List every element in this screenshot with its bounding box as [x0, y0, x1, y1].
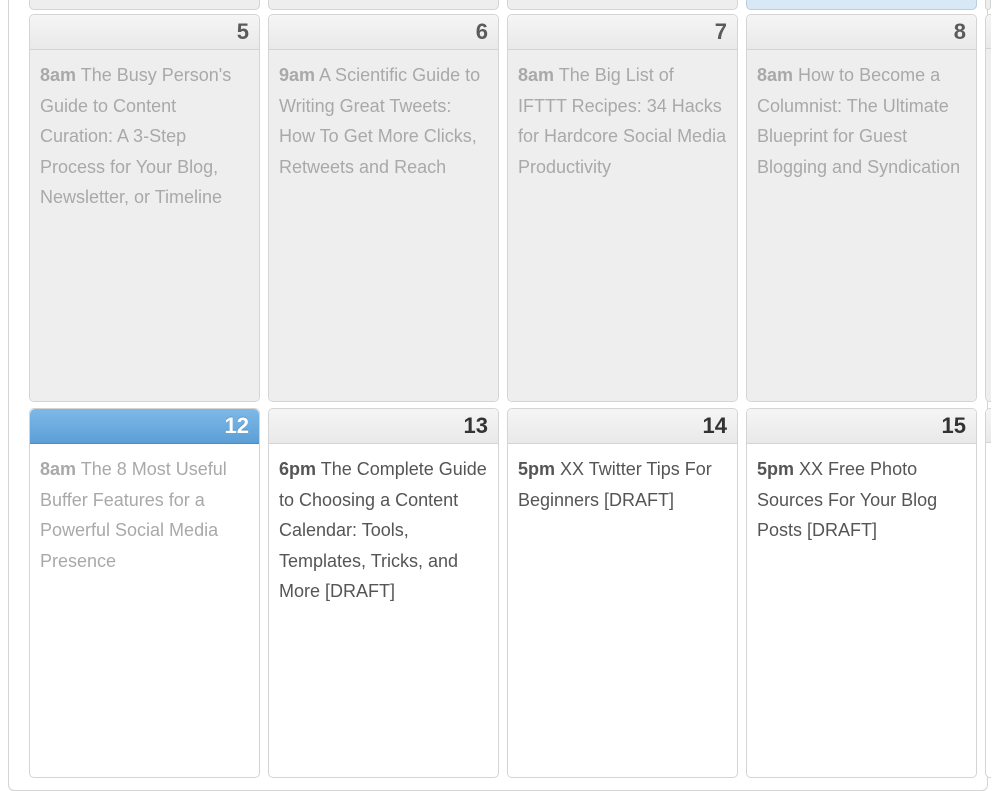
day-body: 5pm XX Free Photo Sources For Your Blog … — [747, 444, 976, 777]
day-number: 6 — [269, 15, 498, 50]
calendar-day-cell[interactable]: 7 8am The Big List of IFTTT Recipes: 34 … — [507, 14, 738, 402]
stub-cell-partial — [985, 0, 991, 10]
event-time: 9am — [279, 65, 315, 85]
day-number: 13 — [269, 409, 498, 444]
calendar-event[interactable]: 5pm XX Twitter Tips For Beginners [DRAFT… — [518, 454, 727, 515]
day-number: 15 — [747, 409, 976, 444]
event-time: 8am — [518, 65, 554, 85]
calendar-event[interactable]: 5pm XX Free Photo Sources For Your Blog … — [757, 454, 966, 546]
day-body: 8am The 8 Most Useful Buffer Features fo… — [30, 444, 259, 777]
calendar-week-row: 12 8am The 8 Most Useful Buffer Features… — [29, 408, 967, 778]
day-body: 9am A Scientific Guide to Writing Great … — [269, 50, 498, 401]
calendar-day-cell-partial — [985, 14, 991, 402]
calendar-event[interactable]: 8am The Busy Person's Guide to Content C… — [40, 60, 249, 213]
day-number: 5 — [30, 15, 259, 50]
calendar-event[interactable]: 8am The Big List of IFTTT Recipes: 34 Ha… — [518, 60, 727, 182]
stub-cell — [29, 0, 260, 10]
calendar-event[interactable]: 9am A Scientific Guide to Writing Great … — [279, 60, 488, 182]
day-number-partial — [986, 409, 991, 443]
calendar-day-cell[interactable]: 8 8am How to Become a Columnist: The Ult… — [746, 14, 977, 402]
event-title: The Busy Person's Guide to Content Curat… — [40, 65, 231, 207]
calendar-day-cell[interactable]: 15 5pm XX Free Photo Sources For Your Bl… — [746, 408, 977, 778]
event-title: The Complete Guide to Choosing a Content… — [279, 459, 487, 601]
calendar-day-cell[interactable]: 5 8am The Busy Person's Guide to Content… — [29, 14, 260, 402]
stub-cell — [507, 0, 738, 10]
calendar-day-cell[interactable]: 6 9am A Scientific Guide to Writing Grea… — [268, 14, 499, 402]
day-number: 14 — [508, 409, 737, 444]
calendar-day-cell-partial — [985, 408, 991, 778]
event-time: 5pm — [757, 459, 794, 479]
calendar-grid: 5 8am The Busy Person's Guide to Content… — [9, 0, 987, 778]
day-number: 8 — [747, 15, 976, 50]
day-body: 5pm XX Twitter Tips For Beginners [DRAFT… — [508, 444, 737, 777]
calendar-event[interactable]: 8am How to Become a Columnist: The Ultim… — [757, 60, 966, 182]
calendar-day-cell[interactable]: 13 6pm The Complete Guide to Choosing a … — [268, 408, 499, 778]
calendar-day-cell[interactable]: 12 8am The 8 Most Useful Buffer Features… — [29, 408, 260, 778]
calendar-container: 5 8am The Busy Person's Guide to Content… — [8, 0, 988, 791]
day-body: 8am How to Become a Columnist: The Ultim… — [747, 50, 976, 401]
event-time: 8am — [757, 65, 793, 85]
event-time: 5pm — [518, 459, 555, 479]
calendar-week-row: 5 8am The Busy Person's Guide to Content… — [29, 14, 967, 402]
event-time: 8am — [40, 459, 76, 479]
calendar-day-cell[interactable]: 14 5pm XX Twitter Tips For Beginners [DR… — [507, 408, 738, 778]
stub-cell — [746, 0, 977, 10]
calendar-event[interactable]: 6pm The Complete Guide to Choosing a Con… — [279, 454, 488, 607]
day-body — [986, 49, 991, 401]
stub-cell — [268, 0, 499, 10]
day-body: 8am The Big List of IFTTT Recipes: 34 Ha… — [508, 50, 737, 401]
day-body — [986, 443, 991, 777]
day-number: 12 — [30, 409, 259, 444]
previous-row-stubs — [29, 0, 967, 10]
event-time: 6pm — [279, 459, 316, 479]
day-number: 7 — [508, 15, 737, 50]
day-body: 6pm The Complete Guide to Choosing a Con… — [269, 444, 498, 777]
day-number-partial — [986, 15, 991, 49]
event-time: 8am — [40, 65, 76, 85]
day-body: 8am The Busy Person's Guide to Content C… — [30, 50, 259, 401]
calendar-event[interactable]: 8am The 8 Most Useful Buffer Features fo… — [40, 454, 249, 576]
